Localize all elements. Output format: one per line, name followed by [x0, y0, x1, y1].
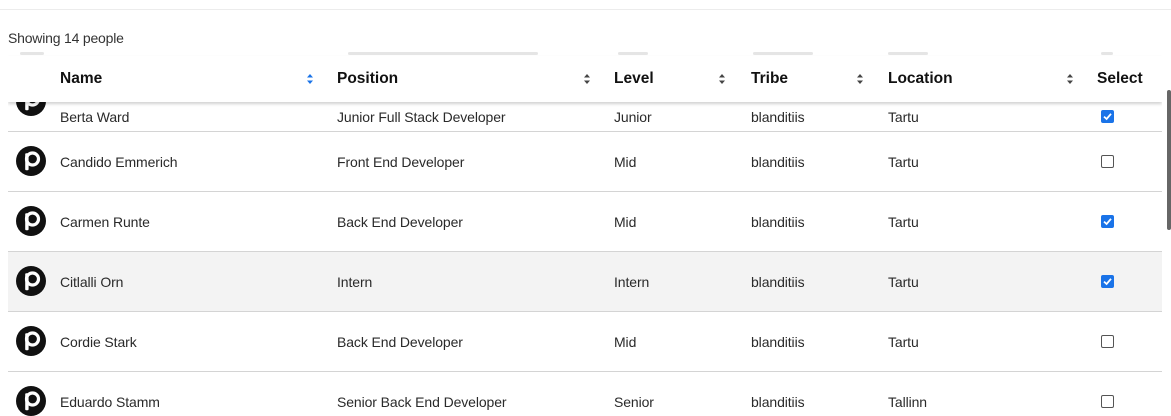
cell-name: Candido Emmerich	[60, 153, 178, 170]
select-checkbox[interactable]	[1101, 335, 1114, 348]
top-divider	[0, 9, 1171, 10]
column-header-label: Name	[60, 70, 103, 87]
table-row[interactable]: Eduardo Stamm Senior Back End Developer …	[8, 372, 1162, 416]
select-checkbox[interactable]	[1101, 155, 1114, 168]
cell-name: Citlalli Orn	[60, 273, 124, 290]
cell-tribe: blanditiis	[751, 108, 805, 125]
cell-level: Intern	[614, 273, 650, 290]
sort-icon[interactable]	[856, 73, 864, 85]
cell-position: Junior Full Stack Developer	[337, 108, 506, 125]
sort-icon[interactable]	[306, 73, 314, 85]
cell-level: Junior	[614, 108, 652, 125]
vertical-scrollbar[interactable]	[1167, 90, 1171, 230]
sort-icon[interactable]	[1066, 73, 1074, 85]
table-header: Name Position Level Tribe Location Selec…	[8, 56, 1162, 102]
sort-icon[interactable]	[583, 73, 591, 85]
cell-name: Cordie Stark	[60, 333, 137, 350]
pipedrive-p-icon	[16, 326, 46, 356]
column-header-label: Level	[614, 70, 654, 87]
pipedrive-p-icon	[16, 386, 46, 416]
column-header-label: Location	[888, 70, 953, 87]
cell-level: Mid	[614, 333, 637, 350]
cell-name: Berta Ward	[60, 108, 130, 125]
cell-location: Tartu	[888, 273, 919, 290]
cell-location: Tartu	[888, 333, 919, 350]
pipedrive-p-icon	[16, 206, 46, 236]
pipedrive-p-icon	[16, 266, 46, 296]
table-row[interactable]: Citlalli Orn Intern Intern blanditiis Ta…	[8, 252, 1162, 312]
cell-location: Tartu	[888, 153, 919, 170]
select-checkbox[interactable]	[1101, 395, 1114, 408]
column-header-label: Select	[1097, 70, 1143, 87]
people-table: Name Position Level Tribe Location Selec…	[8, 48, 1162, 416]
cell-location: Tartu	[888, 108, 919, 125]
cell-level: Mid	[614, 153, 637, 170]
column-header-tribe[interactable]: Tribe	[751, 56, 788, 102]
column-header-select: Select	[1097, 56, 1143, 102]
cell-position: Back End Developer	[337, 213, 463, 230]
cell-location: Tallinn	[888, 393, 927, 410]
cell-tribe: blanditiis	[751, 333, 805, 350]
column-header-level[interactable]: Level	[614, 56, 654, 102]
cell-tribe: blanditiis	[751, 273, 805, 290]
cell-position: Senior Back End Developer	[337, 393, 507, 410]
pipedrive-p-icon	[16, 146, 46, 176]
sort-icon[interactable]	[718, 73, 726, 85]
cell-name: Carmen Runte	[60, 213, 150, 230]
select-checkbox[interactable]	[1101, 275, 1114, 288]
people-count: Showing 14 people	[8, 30, 124, 46]
table-row[interactable]: Berta Ward Junior Full Stack Developer J…	[8, 86, 1162, 132]
cell-tribe: blanditiis	[751, 393, 805, 410]
cell-position: Intern	[337, 273, 373, 290]
table-row[interactable]: Candido Emmerich Front End Developer Mid…	[8, 132, 1162, 192]
cell-tribe: blanditiis	[751, 153, 805, 170]
cell-name: Eduardo Stamm	[60, 393, 160, 410]
select-checkbox[interactable]	[1101, 215, 1114, 228]
cell-level: Senior	[614, 393, 654, 410]
table-row[interactable]: Cordie Stark Back End Developer Mid blan…	[8, 312, 1162, 372]
column-header-label: Position	[337, 70, 399, 87]
cell-position: Back End Developer	[337, 333, 463, 350]
column-header-position[interactable]: Position	[337, 56, 398, 102]
cell-position: Front End Developer	[337, 153, 465, 170]
column-header-location[interactable]: Location	[888, 56, 953, 102]
column-header-label: Tribe	[751, 70, 789, 87]
select-checkbox[interactable]	[1101, 110, 1114, 123]
cell-level: Mid	[614, 213, 637, 230]
cell-location: Tartu	[888, 213, 919, 230]
table-row[interactable]: Carmen Runte Back End Developer Mid blan…	[8, 192, 1162, 252]
column-header-name[interactable]: Name	[60, 56, 102, 102]
cell-tribe: blanditiis	[751, 213, 805, 230]
